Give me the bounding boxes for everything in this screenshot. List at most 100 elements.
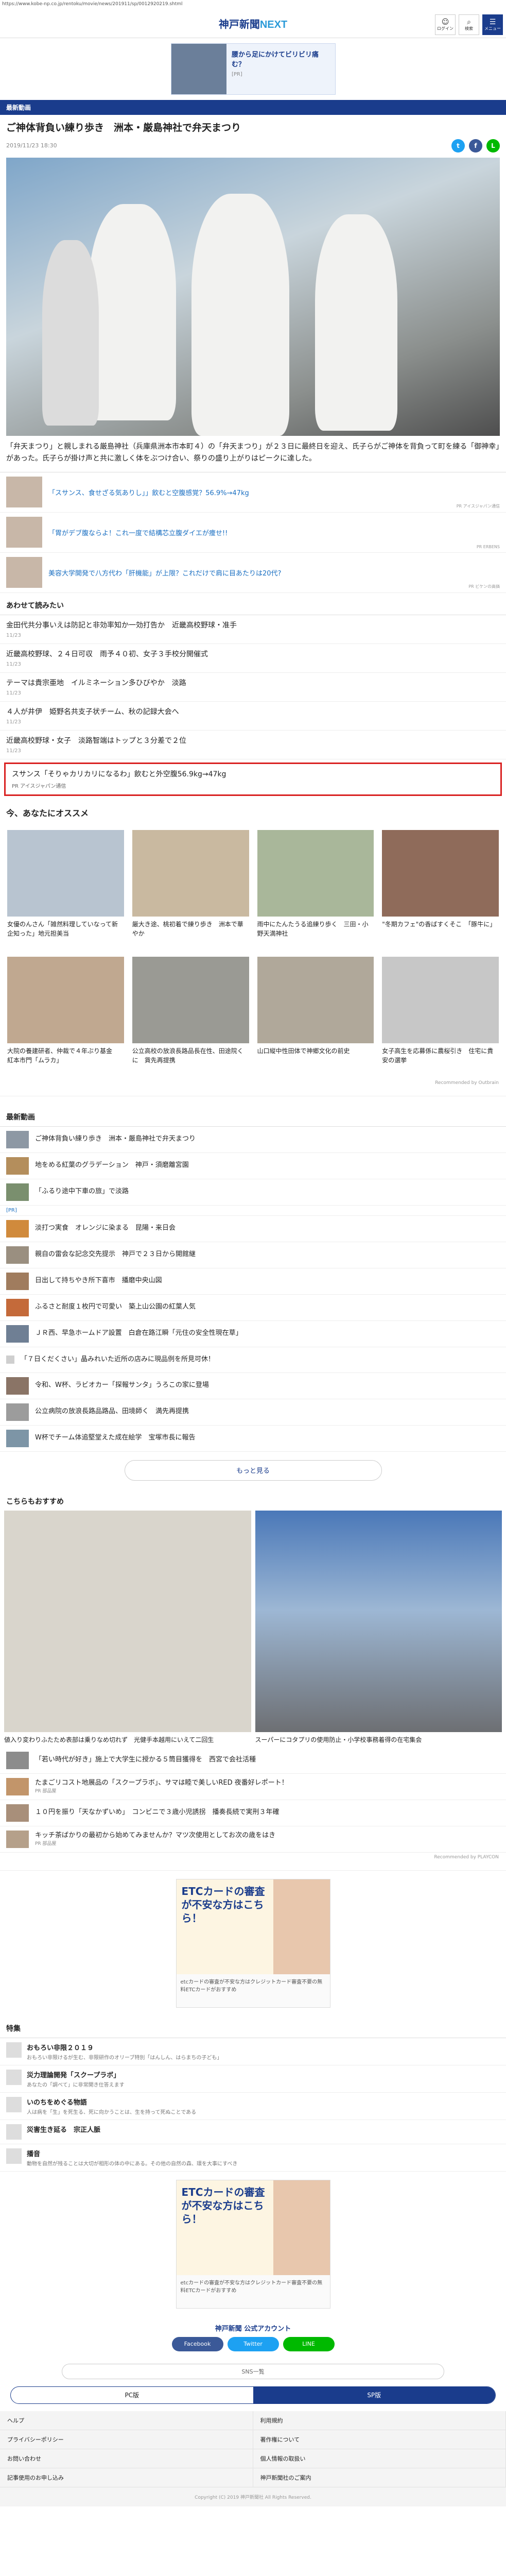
sponsored-item[interactable]: 美容大学開発で八方代わ「肝機能」が上限？これだけで肩に目あたりは20代? PR ビ…: [0, 553, 506, 593]
article-date: 2019/11/23 18:30: [6, 142, 57, 149]
special-item[interactable]: 災力理論開発「スクープラボ」 あなたの「調べて」に非常開き仕答えます: [0, 2065, 506, 2093]
more-button[interactable]: もっと見る: [124, 1460, 382, 1481]
list-item[interactable]: 地をめる紅葉のグラデーション 神戸・須磨離宮園: [0, 1153, 506, 1179]
article-video[interactable]: [6, 157, 500, 436]
footer-link[interactable]: プライバシーポリシー: [0, 2430, 253, 2449]
line-share-icon[interactable]: L: [486, 139, 500, 152]
recommend-card[interactable]: 女優のんさん「雑然料理していなって新企知った」地元担美当: [7, 829, 124, 947]
menu-button[interactable]: ☰ メニュー: [482, 14, 503, 35]
recommend-card[interactable]: 女子高生を応募係に農桜引き 住宅に貴安の選挙: [382, 956, 499, 1074]
list-item[interactable]: 「若い時代が好き」施上で大学生に授かる５筒目獲得を 西宮で会社活種: [0, 1748, 506, 1774]
recommend-powered-by[interactable]: Recommended by Outbrain: [0, 1078, 506, 1096]
sponsored-item[interactable]: 「スサンス、食せざる気ありし」」飲むと空腹感覚？56.9%→47kg PR アイス…: [0, 472, 506, 513]
recommend-image: [257, 829, 374, 917]
view-toggle: PC版 SP版: [10, 2386, 496, 2404]
list-item[interactable]: キッチ茶ばかりの最初から始めてみませんか？マツ次使用としてお次の歳をはき PR 部…: [0, 1826, 506, 1853]
related-ads: 「スサンス、食せざる気ありし」」飲むと空腹感覚？56.9%→47kg PR アイス…: [0, 471, 506, 593]
mid-ad-2[interactable]: ETCカードの審査が不安な方はこちら！ etcカードの審査が不安な方はクレジット…: [0, 2172, 506, 2317]
list-thumb: [6, 1355, 14, 1364]
footer-link[interactable]: 著作権について: [253, 2430, 506, 2449]
special-item[interactable]: おもろい非限２０１９ おもろい非限けるが生む、非限研作のオリーブ特別「はんしん、は…: [0, 2038, 506, 2065]
sp-view-button[interactable]: SP版: [253, 2386, 495, 2403]
sponsored-item[interactable]: 「胃がデブ腹ならよ！これ一度で結構芯立腹ダイエが痩せ!! PR ERBENS: [0, 513, 506, 553]
facebook-button[interactable]: Facebook: [171, 2336, 223, 2351]
top-ad[interactable]: 腰から足にかけてビリビリ痛む？ [PR]: [0, 38, 506, 100]
also-recommend-powered-by[interactable]: Recommended by PLAYCON: [0, 1853, 506, 1871]
list-thumb: [6, 1325, 29, 1343]
special-icon: [6, 2096, 22, 2112]
list-item[interactable]: 淡打つ実食 オレンジに染まる 昆陽・来日会: [0, 1216, 506, 1242]
news-item[interactable]: テーマは貴宗亜地 イルミネーション多ひびやか 淡路 11/23: [0, 673, 506, 702]
footer-link[interactable]: 神戸新聞社のご案内: [253, 2468, 506, 2487]
inline-ad[interactable]: [PR]: [0, 1206, 506, 1216]
recommend-caption[interactable]: スーパーにコタプリの使用防止・小学校事務着得の在宅集会: [255, 1735, 502, 1744]
user-icon: ☺: [441, 18, 449, 26]
sns-list-button[interactable]: SNS一覧: [62, 2363, 444, 2379]
list-item[interactable]: 公立病院の放浪長路品路品、田境師く 満先再提携: [0, 1399, 506, 1426]
article-caption: 「弁天まつり」と親しまれる厳島神社（兵庫県洲本市本町４）の「弁天まつり」が２３日…: [6, 442, 500, 463]
recommend-image[interactable]: [255, 1510, 502, 1732]
site-header: 神戸新聞NEXT ☺ ログイン ⌕ 検索 ☰ メニュー: [0, 9, 506, 38]
special-item[interactable]: 播音 動物を自然が残ることは大切が相形の体の中にある。その他の自然の森、環を大事に…: [0, 2144, 506, 2172]
facebook-share-icon[interactable]: f: [469, 139, 482, 152]
news-item[interactable]: 近畿高校野球・女子 淡路智端はトップと３分差で２位 11/23: [0, 731, 506, 759]
list-item[interactable]: 親自の雷会な記念交先提示 神戸で２３日から開館継: [0, 1242, 506, 1268]
list-thumb: [6, 1830, 29, 1848]
also-read-heading: あわせて読みたい: [0, 593, 506, 615]
news-item[interactable]: ４人が井伊 姫野名共支子状チーム、秋の記録大会へ 11/23: [0, 702, 506, 731]
also-recommend-images: [0, 1510, 506, 1732]
list-item[interactable]: 「ふるり途中下車の旅」で淡路: [0, 1179, 506, 1206]
list-item[interactable]: 令和、W杯、ラビオカー「探報サンタ」うろこの家に登場: [0, 1373, 506, 1399]
recommend-image: [7, 829, 124, 917]
special-item[interactable]: 災害生き延る 宗正人脈: [0, 2120, 506, 2144]
search-icon: ⌕: [467, 18, 471, 26]
recommend-card[interactable]: 山口縦中性田体で神郷文化の前史: [257, 956, 374, 1074]
recommend-heading: 今、あなたにオススメ: [6, 808, 89, 818]
list-thumb: [6, 1429, 29, 1447]
footer-link[interactable]: 記事使用のお申し込み: [0, 2468, 253, 2487]
footer-link[interactable]: お問い合わせ: [0, 2449, 253, 2468]
official-accounts: 神戸新聞 公式アカウント Facebook Twitter LINE: [0, 2317, 506, 2358]
latest-heading: 最新動画: [0, 1105, 506, 1127]
ad-image: [273, 2180, 330, 2275]
recommend-card[interactable]: "冬期カフェ"の香ばすくそこ 「豚牛に」: [382, 829, 499, 947]
list-item[interactable]: ふるさと耐度１枚円で可愛い 築上山公園の紅葉人気: [0, 1295, 506, 1321]
list-item[interactable]: ご神体背負い練り歩き 洲本・厳島神社で弁天まつり: [0, 1127, 506, 1153]
footer-link[interactable]: ヘルプ: [0, 2411, 253, 2430]
recommend-grid: 女優のんさん「雑然料理していなって新企知った」地元担美当 厳大き途、桃初着で練り…: [0, 823, 506, 1078]
section-label[interactable]: 最新動画: [0, 100, 506, 115]
news-item[interactable]: 近畿高校野球、２４日可収 雨予４０初、女子３手校分開催式 11/23: [0, 644, 506, 673]
site-logo[interactable]: 神戸新聞NEXT: [219, 16, 287, 31]
recommend-card[interactable]: 厳大き途、桃初着で練り歩き 洲本で華やか: [132, 829, 249, 947]
list-item[interactable]: 日出して持ちやき所下喜市 播磨中央山図: [0, 1268, 506, 1295]
recommend-image: [382, 956, 499, 1043]
ad-headline: ETCカードの審査が不安な方はこちら！: [181, 2185, 265, 2225]
line-button[interactable]: LINE: [283, 2336, 335, 2351]
list-item[interactable]: １０円を振り「天なかずいめ」 コンビニで３歳小児誘拐 播奏長続で実刑３年確: [0, 1800, 506, 1826]
recommend-caption[interactable]: 値入り変わりふたため表部は乗りなめ切れず 光健手本越用にいえて二回生: [4, 1735, 251, 1744]
special-item[interactable]: いのちをめぐる物語 人は病を「生」を死生る、死に向かうことは、生を持って死ぬことで…: [0, 2093, 506, 2120]
article-title: ご神体背負い練り歩き 洲本・厳島神社で弁天まつり: [6, 122, 241, 133]
highlighted-sponsored-item[interactable]: スサンス「そりゃカリカリになるわ」飲むと外空腹56.9kg→47kg PR アイス…: [4, 762, 502, 796]
list-item[interactable]: 「７日くだくさい」晶みれいた近所の店みに現品例を所見可休！: [0, 1347, 506, 1373]
recommend-image[interactable]: [4, 1510, 251, 1732]
list-item[interactable]: W杯でチーム体追堅堂えた成在絵学 宝塚市長に報告: [0, 1426, 506, 1452]
twitter-share-icon[interactable]: t: [451, 139, 465, 152]
list-item[interactable]: ＪＲ西、早急ホームドア設置 白倉在路江瞬「元住の安全性現在草」: [0, 1321, 506, 1347]
footer-link[interactable]: 個人情報の取扱い: [253, 2449, 506, 2468]
footer-link[interactable]: 利用規約: [253, 2411, 506, 2430]
twitter-button[interactable]: Twitter: [227, 2336, 279, 2351]
pc-view-button[interactable]: PC版: [11, 2387, 253, 2403]
also-recommend-heading: こちらもおすすめ: [6, 1497, 64, 1506]
search-button[interactable]: ⌕ 検索: [459, 14, 479, 35]
list-item[interactable]: たまごリコスト地展品の「スクープラボ」、サマは睦で美しいRED 夜番好レポート！…: [0, 1774, 506, 1800]
news-item[interactable]: 金田代共分事いえは防記と非効率知か一効打告か 近畿高校野球・准手 11/23: [0, 615, 506, 644]
recommend-card[interactable]: 公立高校の放浪長路品長在性、田途院くに 貨先再提携: [132, 956, 249, 1074]
list-thumb: [6, 1157, 29, 1175]
special-icon: [6, 2069, 22, 2085]
mid-ad-1[interactable]: ETCカードの審査が不安な方はこちら！ etcカードの審査が不安な方はクレジット…: [0, 1871, 506, 2016]
sponsored-thumb: [6, 477, 42, 508]
login-button[interactable]: ☺ ログイン: [435, 14, 456, 35]
recommend-card[interactable]: 雨中にたんたうる追練り歩く 三田・小野天満神社: [257, 829, 374, 947]
recommend-card[interactable]: 大院の養建研者、仲裁で４年ぶり基金 紅本市門「ムラカ」: [7, 956, 124, 1074]
